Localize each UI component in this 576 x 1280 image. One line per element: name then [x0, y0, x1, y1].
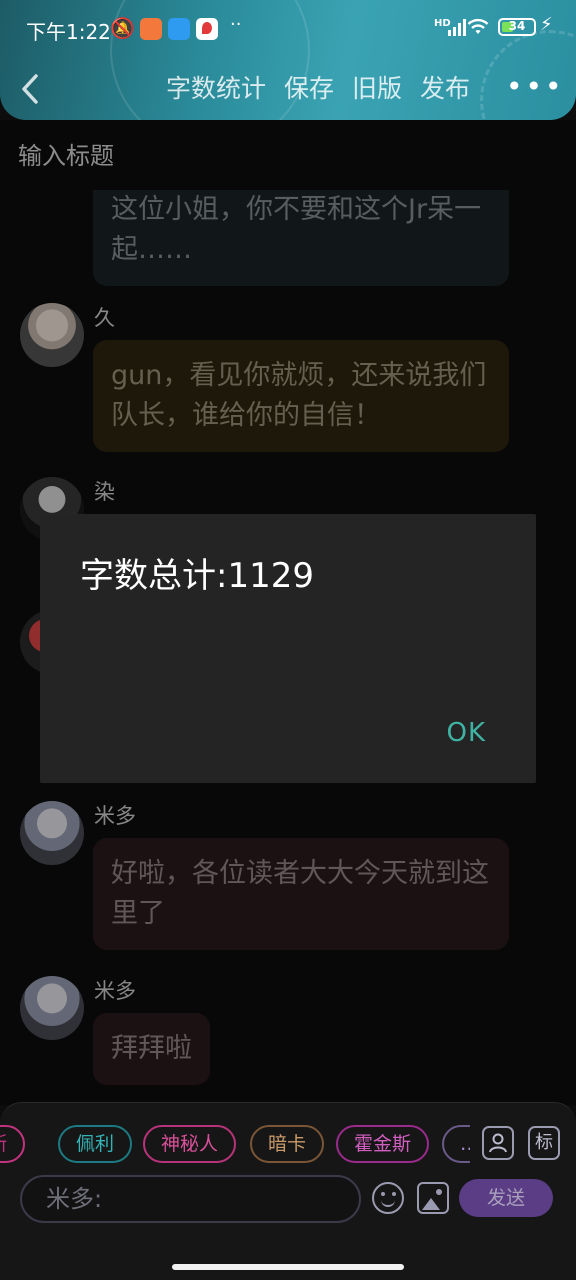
character-chip[interactable]: …	[442, 1125, 470, 1163]
title-input[interactable]: 输入标题	[18, 136, 114, 171]
status-time: 下午1:22	[26, 20, 111, 44]
avatar[interactable]	[20, 303, 84, 367]
image-icon[interactable]	[417, 1182, 449, 1214]
more-icon[interactable]: •••	[506, 70, 565, 103]
battery-level: 34	[508, 19, 526, 33]
header-toolbar: 字数统计 保存 旧版 发布	[166, 72, 470, 106]
sender-name: 久	[94, 306, 115, 330]
publish-button[interactable]: 发布	[420, 72, 470, 106]
character-chip[interactable]: 斯	[0, 1125, 26, 1163]
tag-icon[interactable]: 标	[528, 1126, 560, 1160]
app-notification-icon	[140, 18, 162, 40]
ok-button[interactable]: OK	[446, 718, 486, 748]
battery-icon: 34	[498, 18, 536, 36]
character-chip[interactable]: 霍金斯	[336, 1125, 430, 1163]
back-arrow-icon[interactable]	[18, 72, 44, 106]
avatar[interactable]	[20, 801, 84, 865]
more-notifications-icon: ··	[230, 14, 242, 35]
message-bubble[interactable]: 这位小姐，你不要和这个Jr呆一起……	[93, 190, 509, 286]
word-count-dialog: 字数总计:1129 OK	[40, 514, 536, 783]
sender-name: 米多	[94, 804, 136, 828]
word-count-button[interactable]: 字数统计	[166, 72, 266, 106]
wifi-icon	[467, 18, 489, 34]
old-version-button[interactable]: 旧版	[352, 72, 402, 106]
save-button[interactable]: 保存	[284, 72, 334, 106]
sender-name: 染	[94, 480, 115, 504]
character-profile-icon[interactable]	[482, 1126, 514, 1160]
message-bubble[interactable]: 好啦，各位读者大大今天就到这里了	[93, 838, 509, 950]
character-chips[interactable]: 斯 佩利 神秘人 暗卡 霍金斯 …	[0, 1125, 470, 1165]
message-bubble[interactable]: gun，看见你就烦，还来说我们队长，谁给你的自信！	[93, 340, 509, 452]
emoji-icon[interactable]	[372, 1182, 404, 1214]
sender-name: 米多	[94, 979, 136, 1003]
home-indicator[interactable]	[172, 1264, 404, 1270]
avatar[interactable]	[20, 976, 84, 1040]
message-bubble[interactable]: 拜拜啦	[93, 1013, 210, 1085]
status-bar: 下午1:22 🔕 ·· HD 34 ⚡	[0, 0, 576, 56]
app-notification-icon	[168, 18, 190, 40]
message-input[interactable]: 米多:	[20, 1175, 361, 1223]
signal-icon	[448, 18, 466, 36]
dialog-message: 字数总计:1129	[80, 556, 314, 596]
character-chip[interactable]: 神秘人	[143, 1125, 237, 1163]
app-header: 下午1:22 🔕 ·· HD 34 ⚡ 字数统计 保存 旧版 发布 •••	[0, 0, 576, 120]
send-button[interactable]: 发送	[459, 1179, 553, 1217]
mute-icon: 🔕	[110, 16, 135, 40]
character-chip[interactable]: 暗卡	[250, 1125, 325, 1163]
character-chip[interactable]: 佩利	[58, 1125, 133, 1163]
map-notification-icon	[196, 18, 218, 40]
charging-icon: ⚡	[540, 14, 553, 35]
